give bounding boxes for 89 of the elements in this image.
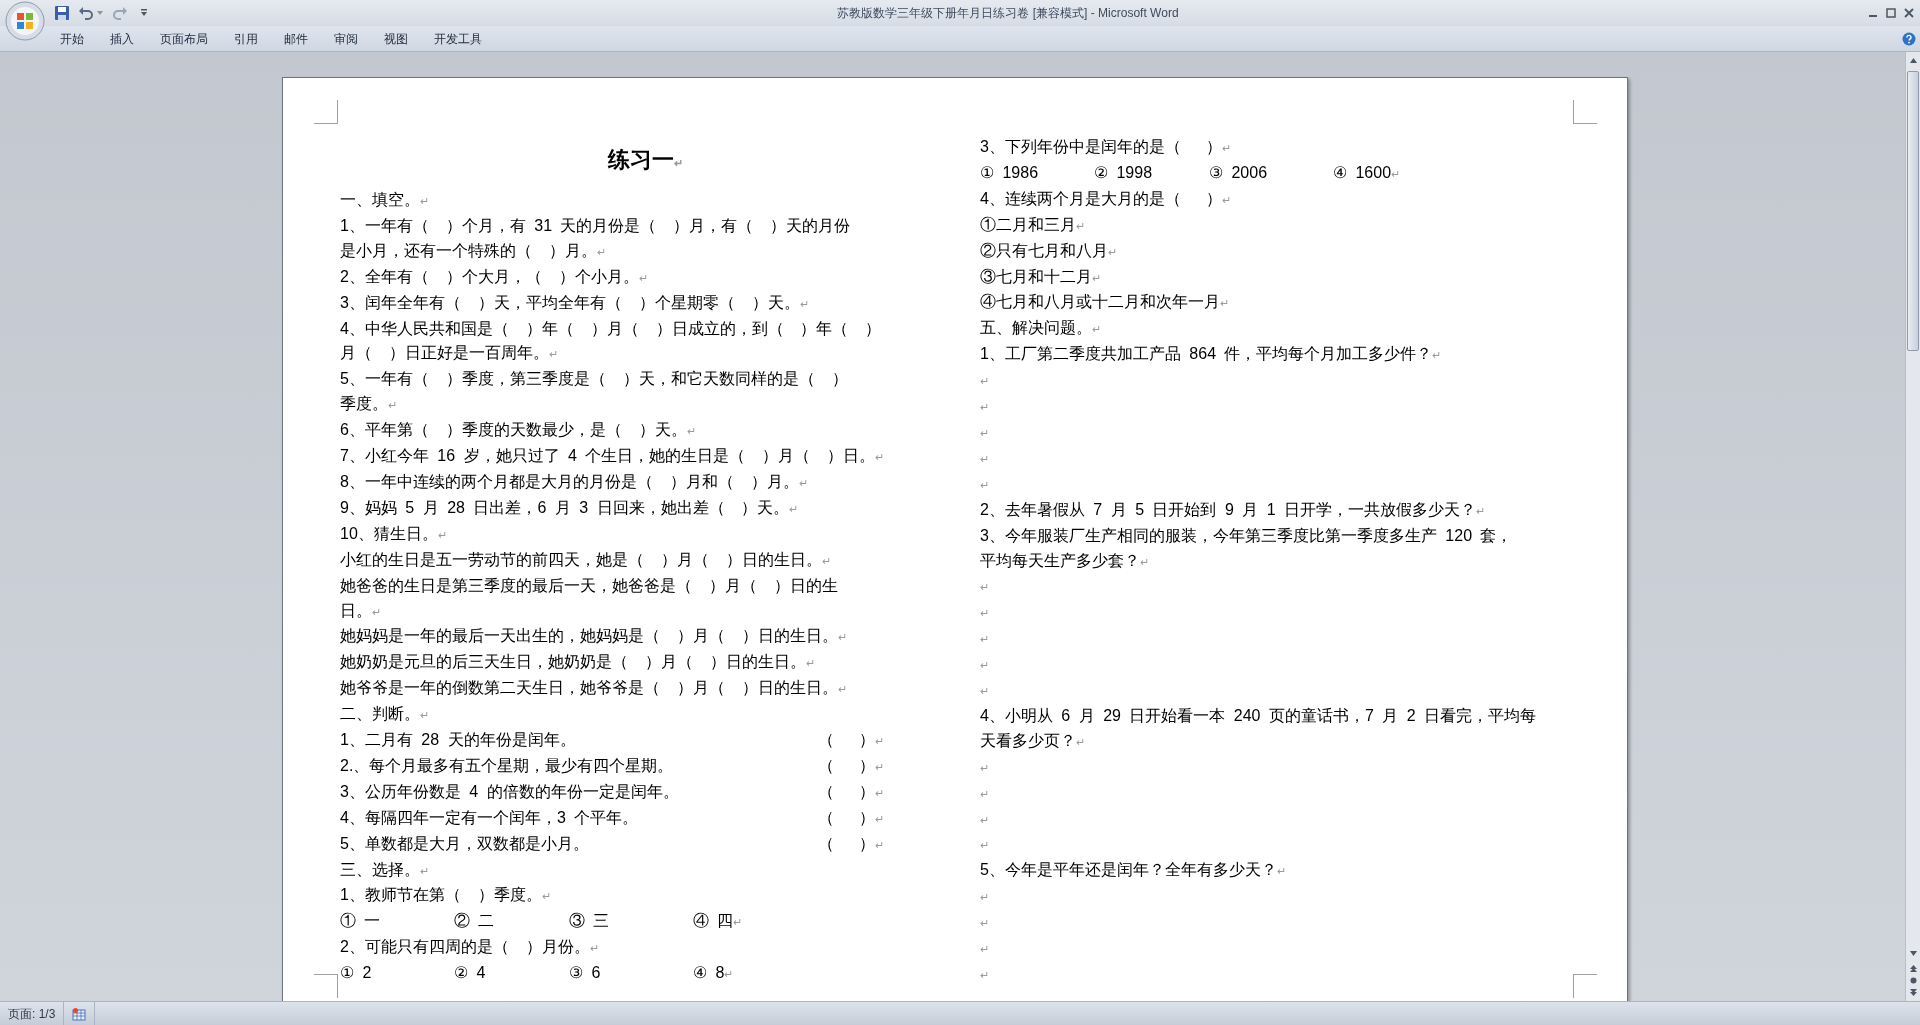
answer-option: ② 4: [454, 964, 486, 982]
paragraph-mark: ↵: [980, 477, 989, 493]
question-text: 4、小明从 6 月 29 日开始看一本 240 页的童话书，7 月 2 日看完，平均每: [980, 705, 1537, 726]
question-text: 月（ ）日正好是一百周年。↵: [340, 343, 558, 364]
question-text: 她爸爸的生日是第三季度的最后一天，她爸爸是（ ）月（ ）日的生: [340, 575, 838, 596]
worksheet-title: 练习一↵: [606, 146, 684, 174]
answer-option: ① 2: [340, 964, 372, 982]
question-text: 她奶奶是元旦的后三天生日，她奶奶是（ ）月（ ）日的生日。↵: [340, 652, 815, 673]
question-text: 1、二月有 28 天的年份是闰年。: [340, 730, 577, 751]
question-text: 4、连续两个月是大月的是（ ）↵: [980, 188, 1232, 209]
question-text: 3、下列年份中是闰年的是（ ）↵: [980, 137, 1232, 157]
paragraph-mark: ↵: [980, 425, 989, 441]
question-text: 4、每隔四年一定有一个闰年，3 个平年。: [340, 807, 640, 828]
ribbon-tab[interactable]: 插入: [98, 27, 146, 50]
section-heading: 二、判断。↵: [340, 704, 429, 725]
question-text: 1、工厂第二季度共加工产品 864 件，平均每个月加工多少件？↵: [980, 344, 1442, 365]
page-count[interactable]: 页面: 1/3: [0, 1001, 65, 1025]
answer-option: ④ 1600↵: [1333, 163, 1401, 181]
question-text: 是小月，还有一个特殊的（ ）月。↵: [340, 240, 606, 261]
answer-blank: （ ）↵: [818, 807, 885, 828]
answer-option: ② 1998: [1094, 163, 1153, 181]
section-heading: 一、填空。↵: [340, 190, 429, 210]
answer-option: ④ 8↵: [693, 964, 734, 982]
answer-option: ③ 2006: [1209, 163, 1268, 181]
question-text: ③七月和十二月↵: [980, 266, 1101, 287]
question-text: 小红的生日是五一劳动节的前四天，她是（ ）月（ ）日的生日。↵: [340, 549, 831, 570]
paragraph-mark: ↵: [980, 968, 989, 983]
paragraph-mark: ↵: [980, 890, 989, 906]
paragraph-mark: ↵: [980, 580, 989, 596]
question-text: 5、一年有（ ）季度，第三季度是（ ）天，和它天数同样的是（ ）: [340, 369, 848, 390]
paragraph-mark: ↵: [980, 374, 989, 390]
paragraph-mark: ↵: [980, 658, 989, 674]
paragraph-mark: ↵: [980, 451, 989, 467]
question-text: 3、闰年全年有（ ）天，平均全年有（ ）个星期零（ ）天。↵: [340, 292, 809, 313]
question-text: 7、小红今年 16 岁，她只过了 4 个生日，她的生日是（ ）月（ ）日。↵: [340, 446, 885, 467]
ribbon-tab[interactable]: 视图: [372, 27, 420, 50]
answer-blank: （ ）↵: [818, 833, 885, 854]
question-text: 6、平年第（ ）季度的天数最少，是（ ）天。↵: [340, 420, 696, 441]
window-title: 苏教版数学三年级下册年月日练习卷 [兼容模式] - Microsoft Word: [837, 5, 1179, 22]
answer-blank: （ ）↵: [818, 781, 885, 802]
paragraph-mark: ↵: [980, 400, 989, 416]
ribbon-tab[interactable]: 审阅: [322, 27, 370, 50]
paragraph-mark: ↵: [980, 812, 989, 828]
question-text: 4、中华人民共和国是（ ）年（ ）月（ ）日成立的，到（ ）年（ ）: [340, 318, 882, 339]
question-text: 日。↵: [340, 600, 381, 621]
ribbon-tab[interactable]: 邮件: [272, 27, 320, 50]
question-text: 5、今年是平年还是闰年？全年有多少天？↵: [980, 860, 1286, 881]
question-text: 2、全年有（ ）个大月，（ ）个小月。↵: [340, 266, 648, 287]
section-heading: 三、选择。↵: [340, 859, 429, 880]
question-text: ④七月和八月或十二月和次年一月↵: [980, 292, 1229, 313]
question-text: 10、猜生日。↵: [340, 523, 447, 544]
answer-option: ③ 6: [569, 964, 601, 982]
question-text: 天看多少页？↵: [980, 730, 1085, 751]
paragraph-mark: ↵: [980, 786, 989, 802]
answer-blank: （ ）↵: [818, 730, 885, 751]
question-text: ②只有七月和八月↵: [980, 240, 1117, 261]
question-text: 1、一年有（ ）个月，有 31 天的月份是（ ）月，有（ ）天的月份: [340, 215, 851, 236]
answer-option: ① 1986: [980, 163, 1039, 181]
question-text: 1、教师节在第（ ）季度。↵: [340, 885, 551, 906]
question-text: 9、妈妈 5 月 28 日出差，6 月 3 日回来，她出差（ ）天。↵: [340, 497, 799, 518]
question-text: 她爷爷是一年的倒数第二天生日，她爷爷是（ ）月（ ）日的生日。↵: [340, 678, 847, 699]
paragraph-mark: ↵: [980, 942, 989, 958]
question-text: 3、公历年份数是 4 的倍数的年份一定是闰年。: [340, 781, 680, 802]
question-text: 2.、每个月最多有五个星期，最少有四个星期。: [340, 755, 675, 776]
answer-option: ① 一: [340, 912, 381, 930]
ribbon-tab[interactable]: 开发工具: [422, 27, 494, 50]
paragraph-mark: ↵: [980, 684, 989, 700]
paragraph-mark: ↵: [980, 606, 989, 622]
answer-blank: （ ）↵: [818, 755, 885, 776]
question-text: 8、一年中连续的两个月都是大月的月份是（ ）月和（ ）月。↵: [340, 471, 808, 492]
paragraph-mark: ↵: [980, 760, 989, 776]
paragraph-mark: ↵: [980, 632, 989, 648]
section-heading: 五、解决问题。↵: [980, 318, 1101, 339]
question-text: 2、去年暑假从 7 月 5 日开始到 9 月 1 日开学，一共放假多少天？↵: [980, 499, 1486, 520]
answer-option: ③ 三: [569, 912, 610, 930]
ribbon-tab[interactable]: 页面布局: [148, 27, 220, 50]
ribbon-tab[interactable]: 引用: [222, 27, 270, 50]
question-text: 季度。↵: [340, 394, 397, 415]
question-text: 5、单数都是大月，双数都是小月。: [340, 833, 590, 854]
answer-option: ④ 四↵: [693, 912, 743, 930]
paragraph-mark: ↵: [980, 838, 989, 854]
question-text: 她妈妈是一年的最后一天出生的，她妈妈是（ ）月（ ）日的生日。↵: [340, 626, 847, 647]
paragraph-mark: ↵: [980, 916, 989, 932]
question-text: 平均每天生产多少套？↵: [980, 550, 1149, 571]
answer-option: ② 二: [454, 912, 495, 930]
question-text: ①二月和三月↵: [980, 214, 1085, 235]
ribbon-tab[interactable]: 开始: [48, 27, 96, 50]
question-text: 3、今年服装厂生产相同的服装，今年第三季度比第一季度多生产 120 套，: [980, 525, 1513, 546]
question-text: 2、可能只有四周的是（ ）月份。↵: [340, 937, 599, 958]
